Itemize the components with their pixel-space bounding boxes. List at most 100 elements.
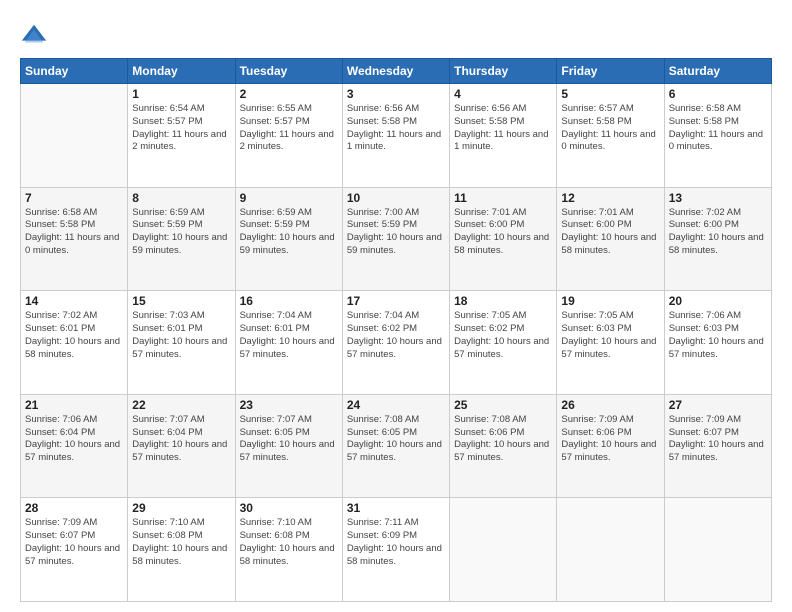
calendar-cell: 24 Sunrise: 7:08 AMSunset: 6:05 PMDayligh… xyxy=(342,394,449,498)
cell-info: Sunrise: 7:04 AMSunset: 6:02 PMDaylight:… xyxy=(347,310,445,361)
page: SundayMondayTuesdayWednesdayThursdayFrid… xyxy=(0,0,792,612)
cell-info: Sunrise: 6:59 AMSunset: 5:59 PMDaylight:… xyxy=(132,207,230,258)
calendar: SundayMondayTuesdayWednesdayThursdayFrid… xyxy=(20,58,772,602)
calendar-cell: 29 Sunrise: 7:10 AMSunset: 6:08 PMDayligh… xyxy=(128,498,235,602)
cell-info: Sunrise: 7:01 AMSunset: 6:00 PMDaylight:… xyxy=(561,207,659,258)
day-number: 24 xyxy=(347,398,445,412)
calendar-cell: 15Sunrise: 7:03 AMSunset: 6:01 PMDayligh… xyxy=(128,291,235,395)
calendar-cell: 3 Sunrise: 6:56 AMSunset: 5:58 PMDaylight… xyxy=(342,84,449,188)
cell-info: Sunrise: 7:05 AMSunset: 6:03 PMDaylight:… xyxy=(561,310,659,361)
cell-info: Sunrise: 6:56 AMSunset: 5:58 PMDaylight:… xyxy=(347,103,445,154)
cell-info: Sunrise: 7:01 AMSunset: 6:00 PMDaylight:… xyxy=(454,207,552,258)
calendar-cell: 19 Sunrise: 7:05 AMSunset: 6:03 PMDayligh… xyxy=(557,291,664,395)
cell-info: Sunrise: 6:57 AMSunset: 5:58 PMDaylight:… xyxy=(561,103,659,154)
cell-info: Sunrise: 7:10 AMSunset: 6:08 PMDaylight:… xyxy=(132,517,230,568)
day-number: 31 xyxy=(347,501,445,515)
calendar-cell: 23Sunrise: 7:07 AMSunset: 6:05 PMDayligh… xyxy=(235,394,342,498)
day-number: 20 xyxy=(669,294,767,308)
day-header: Tuesday xyxy=(235,59,342,84)
day-number: 27 xyxy=(669,398,767,412)
calendar-cell: 17 Sunrise: 7:04 AMSunset: 6:02 PMDayligh… xyxy=(342,291,449,395)
logo-icon xyxy=(20,22,48,50)
cell-info: Sunrise: 7:00 AMSunset: 5:59 PMDaylight:… xyxy=(347,207,445,258)
cell-info: Sunrise: 7:06 AMSunset: 6:04 PMDaylight:… xyxy=(25,414,123,465)
day-number: 8 xyxy=(132,191,230,205)
calendar-cell: 5 Sunrise: 6:57 AMSunset: 5:58 PMDaylight… xyxy=(557,84,664,188)
calendar-cell: 20 Sunrise: 7:06 AMSunset: 6:03 PMDayligh… xyxy=(664,291,771,395)
day-number: 30 xyxy=(240,501,338,515)
day-number: 21 xyxy=(25,398,123,412)
header-row: SundayMondayTuesdayWednesdayThursdayFrid… xyxy=(21,59,772,84)
cell-info: Sunrise: 7:05 AMSunset: 6:02 PMDaylight:… xyxy=(454,310,552,361)
day-number: 17 xyxy=(347,294,445,308)
cell-info: Sunrise: 7:09 AMSunset: 6:06 PMDaylight:… xyxy=(561,414,659,465)
calendar-cell: 26 Sunrise: 7:09 AMSunset: 6:06 PMDayligh… xyxy=(557,394,664,498)
cell-info: Sunrise: 6:59 AMSunset: 5:59 PMDaylight:… xyxy=(240,207,338,258)
day-number: 29 xyxy=(132,501,230,515)
cell-info: Sunrise: 7:08 AMSunset: 6:05 PMDaylight:… xyxy=(347,414,445,465)
day-number: 26 xyxy=(561,398,659,412)
calendar-cell: 31 Sunrise: 7:11 AMSunset: 6:09 PMDayligh… xyxy=(342,498,449,602)
day-number: 11 xyxy=(454,191,552,205)
day-number: 25 xyxy=(454,398,552,412)
calendar-cell xyxy=(21,84,128,188)
cell-info: Sunrise: 7:08 AMSunset: 6:06 PMDaylight:… xyxy=(454,414,552,465)
calendar-cell: 1 Sunrise: 6:54 AMSunset: 5:57 PMDaylight… xyxy=(128,84,235,188)
day-number: 7 xyxy=(25,191,123,205)
day-number: 1 xyxy=(132,87,230,101)
cell-info: Sunrise: 6:55 AMSunset: 5:57 PMDaylight:… xyxy=(240,103,338,154)
day-number: 6 xyxy=(669,87,767,101)
day-number: 10 xyxy=(347,191,445,205)
calendar-cell: 8 Sunrise: 6:59 AMSunset: 5:59 PMDaylight… xyxy=(128,187,235,291)
day-number: 2 xyxy=(240,87,338,101)
calendar-cell: 11 Sunrise: 7:01 AMSunset: 6:00 PMDayligh… xyxy=(450,187,557,291)
cell-info: Sunrise: 7:09 AMSunset: 6:07 PMDaylight:… xyxy=(669,414,767,465)
cell-info: Sunrise: 6:58 AMSunset: 5:58 PMDaylight:… xyxy=(25,207,123,258)
cell-info: Sunrise: 6:58 AMSunset: 5:58 PMDaylight:… xyxy=(669,103,767,154)
day-number: 3 xyxy=(347,87,445,101)
calendar-cell: 13Sunrise: 7:02 AMSunset: 6:00 PMDayligh… xyxy=(664,187,771,291)
day-header: Saturday xyxy=(664,59,771,84)
cell-info: Sunrise: 6:56 AMSunset: 5:58 PMDaylight:… xyxy=(454,103,552,154)
day-header: Friday xyxy=(557,59,664,84)
day-header: Wednesday xyxy=(342,59,449,84)
calendar-cell xyxy=(557,498,664,602)
calendar-cell: 27 Sunrise: 7:09 AMSunset: 6:07 PMDayligh… xyxy=(664,394,771,498)
calendar-cell xyxy=(664,498,771,602)
calendar-cell: 14Sunrise: 7:02 AMSunset: 6:01 PMDayligh… xyxy=(21,291,128,395)
calendar-week-row: 28 Sunrise: 7:09 AMSunset: 6:07 PMDayligh… xyxy=(21,498,772,602)
calendar-week-row: 14Sunrise: 7:02 AMSunset: 6:01 PMDayligh… xyxy=(21,291,772,395)
cell-info: Sunrise: 7:07 AMSunset: 6:04 PMDaylight:… xyxy=(132,414,230,465)
day-header: Thursday xyxy=(450,59,557,84)
calendar-cell: 10 Sunrise: 7:00 AMSunset: 5:59 PMDayligh… xyxy=(342,187,449,291)
day-number: 19 xyxy=(561,294,659,308)
calendar-cell: 18Sunrise: 7:05 AMSunset: 6:02 PMDayligh… xyxy=(450,291,557,395)
day-number: 28 xyxy=(25,501,123,515)
calendar-cell: 4Sunrise: 6:56 AMSunset: 5:58 PMDaylight… xyxy=(450,84,557,188)
cell-info: Sunrise: 7:02 AMSunset: 6:00 PMDaylight:… xyxy=(669,207,767,258)
cell-info: Sunrise: 7:10 AMSunset: 6:08 PMDaylight:… xyxy=(240,517,338,568)
calendar-week-row: 7 Sunrise: 6:58 AMSunset: 5:58 PMDaylight… xyxy=(21,187,772,291)
calendar-week-row: 1 Sunrise: 6:54 AMSunset: 5:57 PMDaylight… xyxy=(21,84,772,188)
day-number: 16 xyxy=(240,294,338,308)
day-number: 9 xyxy=(240,191,338,205)
calendar-cell: 9 Sunrise: 6:59 AMSunset: 5:59 PMDaylight… xyxy=(235,187,342,291)
day-number: 12 xyxy=(561,191,659,205)
cell-info: Sunrise: 7:11 AMSunset: 6:09 PMDaylight:… xyxy=(347,517,445,568)
day-number: 5 xyxy=(561,87,659,101)
calendar-cell: 21 Sunrise: 7:06 AMSunset: 6:04 PMDayligh… xyxy=(21,394,128,498)
calendar-cell: 6 Sunrise: 6:58 AMSunset: 5:58 PMDaylight… xyxy=(664,84,771,188)
cell-info: Sunrise: 6:54 AMSunset: 5:57 PMDaylight:… xyxy=(132,103,230,154)
calendar-cell: 7 Sunrise: 6:58 AMSunset: 5:58 PMDaylight… xyxy=(21,187,128,291)
cell-info: Sunrise: 7:06 AMSunset: 6:03 PMDaylight:… xyxy=(669,310,767,361)
calendar-cell xyxy=(450,498,557,602)
cell-info: Sunrise: 7:09 AMSunset: 6:07 PMDaylight:… xyxy=(25,517,123,568)
cell-info: Sunrise: 7:04 AMSunset: 6:01 PMDaylight:… xyxy=(240,310,338,361)
day-number: 23 xyxy=(240,398,338,412)
header xyxy=(20,18,772,50)
calendar-week-row: 21 Sunrise: 7:06 AMSunset: 6:04 PMDayligh… xyxy=(21,394,772,498)
calendar-cell: 28 Sunrise: 7:09 AMSunset: 6:07 PMDayligh… xyxy=(21,498,128,602)
day-number: 22 xyxy=(132,398,230,412)
cell-info: Sunrise: 7:02 AMSunset: 6:01 PMDaylight:… xyxy=(25,310,123,361)
cell-info: Sunrise: 7:03 AMSunset: 6:01 PMDaylight:… xyxy=(132,310,230,361)
